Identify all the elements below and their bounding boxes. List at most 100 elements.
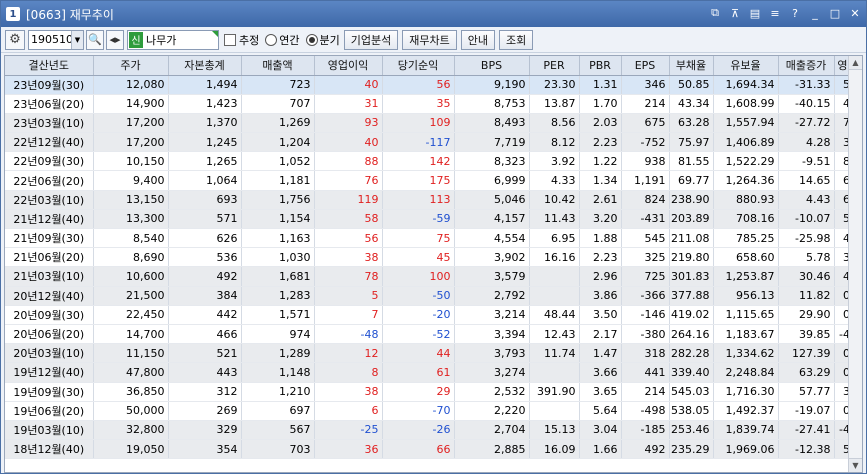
chevron-down-icon[interactable]: ▼ (71, 30, 83, 49)
title-bar[interactable]: 1 [0663] 재무추이 ⧉ ⊼ ▤ ≡ ? _ □ ✕ (1, 1, 866, 27)
table-row[interactable]: 22년09월(30) 10,150 1,265 1,052 88 142 8,323 3.92… (5, 151, 862, 172)
table-row[interactable]: 18년12월(40) 19,050 354 703 36 66 2,885 16.09 1.66… (5, 439, 862, 460)
table-row[interactable]: 23년06월(20) 14,900 1,423 707 31 35 8,753 13.87 1.… (5, 94, 862, 114)
table-cell: 4,554 (454, 228, 530, 249)
column-header[interactable]: BPS (454, 56, 530, 76)
column-header[interactable]: PER (529, 56, 580, 76)
table-cell: 75 (382, 228, 455, 249)
financial-trend-table[interactable]: 결산년도 주가 자본총계 매출액 영업이익 당기순익 BPS PER PBR EPS 부채율 유보율 매… (4, 55, 863, 473)
table-row[interactable]: 21년06월(20) 8,690 536 1,030 38 45 3,902 16.16 2.2… (5, 247, 862, 268)
close-icon[interactable]: ✕ (848, 6, 862, 20)
table-cell: 1,030 (241, 247, 315, 268)
prev-next-icon[interactable]: ◂▸ (106, 29, 124, 50)
table-cell: 2.23 (579, 247, 622, 268)
table-cell: -19.07 (778, 401, 835, 421)
column-header[interactable]: EPS (621, 56, 670, 76)
table-cell: 14,900 (93, 94, 169, 114)
table-cell: 567 (241, 420, 315, 441)
table-cell: -9.51 (778, 151, 835, 172)
table-cell: 75.97 (669, 132, 714, 153)
maximize-icon[interactable]: □ (828, 6, 842, 20)
column-header[interactable]: 매출액 (241, 56, 315, 76)
table-row[interactable]: 20년12월(40) 21,500 384 1,283 5 -50 2,792 3.86 -36… (5, 286, 862, 306)
column-header[interactable]: 유보율 (713, 56, 779, 76)
menu-icon[interactable]: ≡ (768, 6, 782, 20)
table-cell: 2.61 (579, 190, 622, 210)
stock-code-input[interactable]: 190510 ▼ (28, 29, 84, 50)
table-row[interactable]: 19년12월(40) 47,800 443 1,148 8 61 3,274 3.66 441 3… (5, 362, 862, 383)
stock-name-field[interactable]: 신 나무가 (127, 29, 219, 50)
table-cell: 339.40 (669, 362, 714, 383)
table-cell: 43.34 (669, 94, 714, 114)
minimize-icon[interactable]: _ (808, 6, 822, 20)
table-cell: -52 (382, 324, 455, 345)
estimate-checkbox[interactable]: 추정 (224, 32, 259, 48)
table-cell: -10.07 (778, 209, 835, 230)
table-row[interactable]: 23년03월(10) 17,200 1,370 1,269 93 109 8,493 8.56… (5, 113, 862, 134)
table-cell: 78 (314, 266, 383, 287)
radio-annual[interactable]: 연간 (265, 32, 300, 48)
table-cell: -40.15 (778, 94, 835, 114)
table-row[interactable]: 20년03월(10) 11,150 521 1,289 12 44 3,793 11.74 1.… (5, 343, 862, 364)
table-cell: 2,220 (454, 401, 530, 421)
table-cell: 8,753 (454, 94, 530, 114)
search-icon[interactable]: 🔍 (86, 29, 104, 50)
print-icon[interactable]: ▤ (748, 6, 762, 20)
query-button[interactable]: 조회 (498, 29, 534, 50)
table-cell: 1,115.65 (713, 305, 779, 325)
table-row[interactable]: 21년12월(40) 13,300 571 1,154 58 -59 4,157 11.43 3… (5, 209, 862, 230)
table-row[interactable]: 19년03월(10) 32,800 329 567 -25 -26 2,704 15.13 3.… (5, 420, 862, 441)
gear-icon[interactable]: ⚙ (5, 29, 25, 50)
table-cell: 384 (168, 286, 242, 306)
table-row[interactable]: 19년09월(30) 36,850 312 1,210 38 29 2,532 391.90 3… (5, 382, 862, 402)
table-row[interactable]: 23년09월(30) 12,080 1,494 723 40 56 9,190 23.30 1.… (5, 75, 862, 95)
table-cell: 785.25 (713, 228, 779, 249)
table-cell: 88 (314, 151, 383, 172)
table-cell: 1,148 (241, 362, 315, 383)
column-header[interactable]: 당기순익 (382, 56, 455, 76)
table-row[interactable]: 22년12월(40) 17,200 1,245 1,204 40 -117 7,719 8.1… (5, 132, 862, 153)
table-row[interactable]: 20년09월(30) 22,450 442 1,571 7 -20 3,214 48.44 3.… (5, 305, 862, 325)
table-cell: 11.43 (529, 209, 580, 230)
radio-quarter[interactable]: 분기 (305, 32, 340, 48)
stock-name: 나무가 (146, 33, 177, 47)
table-cell: 12,080 (93, 75, 169, 95)
table-row[interactable]: 19년06월(20) 50,000 269 697 6 -70 2,220 5.64 -498 5… (5, 401, 862, 421)
table-row[interactable]: 20년06월(20) 14,700 466 974 -48 -52 3,394 12.43 2.… (5, 324, 862, 345)
table-row[interactable]: 22년06월(20) 9,400 1,064 1,181 76 175 6,999 4.33 1… (5, 170, 862, 191)
pin-icon[interactable]: ⊼ (728, 6, 742, 20)
table-row[interactable]: 22년03월(10) 13,150 693 1,756 119 113 5,046 10.42… (5, 190, 862, 210)
scroll-down-icon[interactable]: ▼ (849, 458, 862, 472)
radio-selected-icon[interactable] (305, 33, 318, 46)
table-cell: 3.66 (579, 362, 622, 383)
column-header[interactable]: 매출증가 (778, 56, 835, 76)
table-cell: 93 (314, 113, 383, 134)
radio-icon[interactable] (265, 33, 278, 46)
scroll-up-icon[interactable]: ▲ (849, 56, 862, 70)
table-cell: 2,704 (454, 420, 530, 441)
company-analysis-button[interactable]: 기업분석 (343, 29, 399, 50)
vertical-scrollbar[interactable]: ▲ ▼ (848, 56, 862, 472)
guide-button[interactable]: 안내 (460, 29, 495, 50)
table-cell: 39.85 (778, 324, 835, 345)
table-cell: 50.85 (669, 75, 714, 95)
column-header[interactable]: PBR (579, 56, 622, 76)
checkbox-icon[interactable] (224, 33, 236, 46)
link-icon[interactable]: ⧉ (708, 6, 722, 20)
column-header[interactable]: 결산년도 (5, 56, 94, 76)
table-row[interactable]: 21년09월(30) 8,540 626 1,163 56 75 4,554 6.95 1.88… (5, 228, 862, 249)
table-cell: 1,694.34 (713, 75, 779, 95)
table-cell: -26 (382, 420, 455, 441)
table-cell: 40 (314, 75, 383, 95)
table-cell: 301.83 (669, 266, 714, 287)
column-header[interactable]: 영업이익 (314, 56, 383, 76)
table-cell: 5.78 (778, 247, 835, 268)
help-icon[interactable]: ? (788, 6, 802, 20)
table-cell: 61 (382, 362, 455, 383)
table-cell: 708.16 (713, 209, 779, 230)
column-header[interactable]: 자본총계 (168, 56, 242, 76)
table-row[interactable]: 21년03월(10) 10,600 492 1,681 78 100 3,579 2.96 72… (5, 266, 862, 287)
column-header[interactable]: 주가 (93, 56, 169, 76)
finance-chart-button[interactable]: 재무차트 (402, 29, 457, 50)
column-header[interactable]: 부채율 (669, 56, 714, 76)
